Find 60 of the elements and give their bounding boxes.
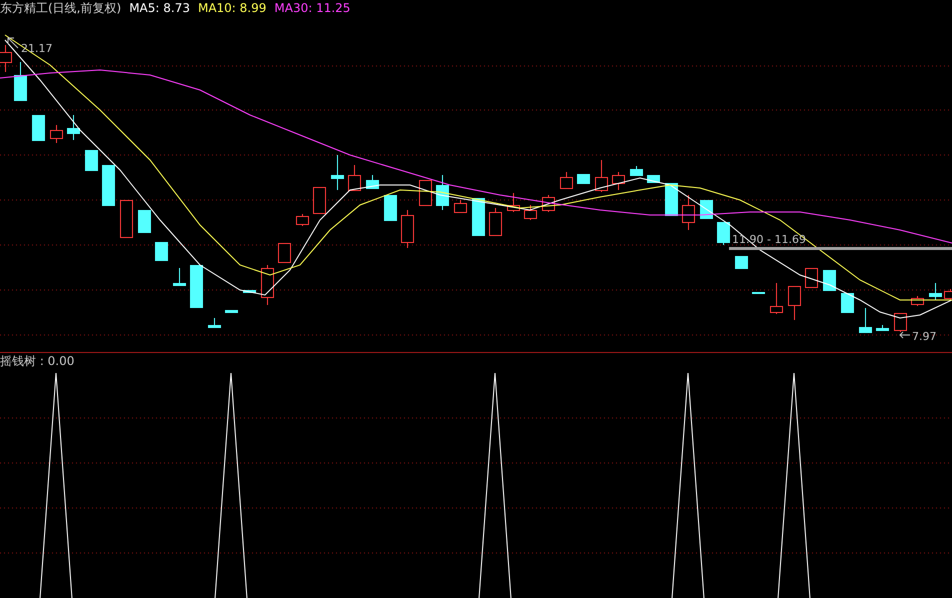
candlestick xyxy=(472,198,485,236)
candlestick xyxy=(859,308,872,334)
candlestick xyxy=(929,282,942,300)
candlestick xyxy=(331,154,344,190)
candlestick xyxy=(366,174,379,189)
candlestick xyxy=(313,186,326,214)
candlestick xyxy=(630,166,643,176)
candlestick xyxy=(894,312,907,332)
candlestick xyxy=(138,210,151,233)
candlestick xyxy=(682,194,695,230)
candlestick xyxy=(50,124,63,144)
candlestick xyxy=(190,264,203,308)
candlestick xyxy=(507,192,520,212)
candlestick xyxy=(944,288,952,300)
candlestick xyxy=(208,318,221,328)
candlestick xyxy=(560,172,573,189)
candlestick xyxy=(752,292,765,294)
candlestick xyxy=(841,292,854,313)
candlestick xyxy=(788,286,801,320)
candlestick xyxy=(911,296,924,306)
candlestick xyxy=(612,172,625,190)
price-label: 7.97 xyxy=(912,330,936,343)
candlestick xyxy=(735,256,748,269)
candlestick xyxy=(876,324,889,332)
moving-average-value: MA5: 8.73 xyxy=(129,0,190,16)
candlestick xyxy=(717,222,730,246)
candlestick xyxy=(173,268,186,286)
arrow-icon xyxy=(8,38,18,48)
candlestick xyxy=(120,200,133,238)
candlestick xyxy=(102,164,115,206)
moving-average-value: MA30: 11.25 xyxy=(274,0,350,16)
candlestick xyxy=(823,270,836,291)
candlestick xyxy=(595,160,608,192)
candlestick xyxy=(67,114,80,140)
candlestick xyxy=(524,204,537,220)
candlestick xyxy=(665,182,678,216)
indicator-value: 摇钱树 : 0.00 xyxy=(0,354,74,368)
candlestick xyxy=(348,164,361,191)
candlestick xyxy=(278,242,291,263)
candlestick xyxy=(261,264,274,306)
candlestick xyxy=(296,214,309,226)
moving-average-value: MA10: 8.99 xyxy=(198,0,266,16)
candlestick xyxy=(454,200,467,213)
candlestick xyxy=(243,290,256,293)
candlestick xyxy=(770,282,783,314)
candlestick xyxy=(155,242,168,261)
candlestick xyxy=(0,44,12,72)
candlestick xyxy=(401,210,414,248)
candlestick xyxy=(577,174,590,184)
candlestick xyxy=(225,310,238,313)
arrow-icon xyxy=(899,332,910,338)
candlestick xyxy=(384,194,397,221)
candlestick xyxy=(805,268,818,288)
candlestick xyxy=(419,180,432,206)
candlestick xyxy=(32,114,45,141)
candlestick xyxy=(85,150,98,171)
chart-title: 东方精工(日线,前复权) xyxy=(0,0,122,16)
candlestick xyxy=(489,208,502,236)
candlestick xyxy=(436,174,449,210)
candlestick xyxy=(14,62,27,101)
